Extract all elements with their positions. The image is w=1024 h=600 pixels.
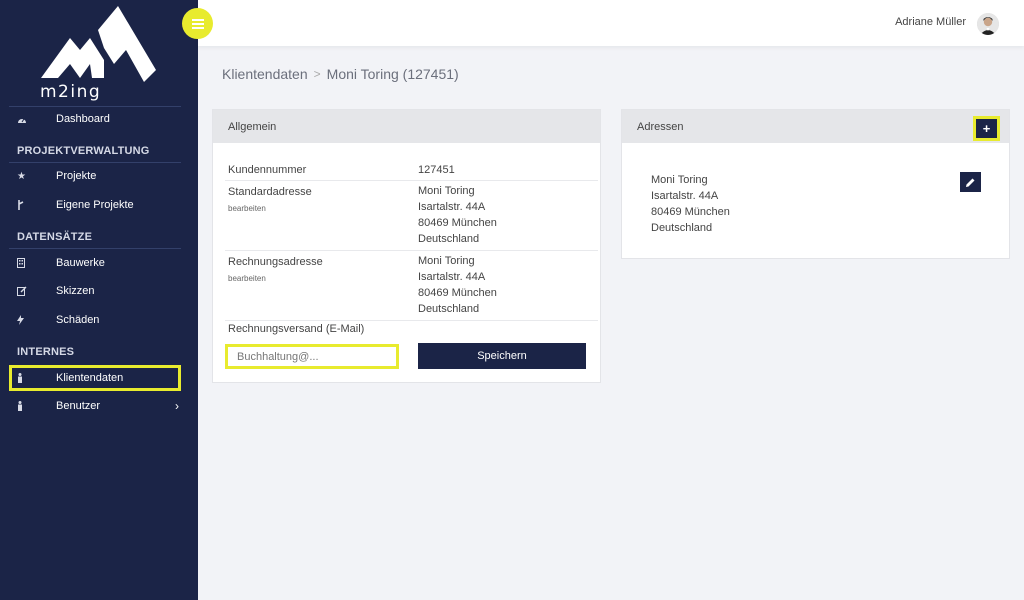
- divider: [9, 162, 181, 163]
- chevron-right-icon: ›: [175, 399, 179, 413]
- sidebar-item-label: Dashboard: [56, 113, 110, 125]
- section-title-projektverwaltung: PROJEKTVERWALTUNG: [17, 145, 150, 157]
- bolt-icon: [9, 315, 35, 325]
- address-line: Isartalstr. 44A: [418, 201, 486, 213]
- building-icon: [9, 258, 35, 268]
- address-line: Moni Toring: [418, 255, 475, 267]
- address-line: Moni Toring: [651, 174, 708, 186]
- section-title-datensaetze: DATENSÄTZE: [17, 231, 93, 243]
- row-divider: [225, 320, 598, 321]
- rechnungsadresse-label: Rechnungsadresse: [228, 256, 323, 268]
- section-title-internes: INTERNES: [17, 346, 75, 358]
- address-line: Isartalstr. 44A: [418, 271, 486, 283]
- topbar: Adriane Müller: [198, 0, 1024, 46]
- sidebar-item-label: Eigene Projekte: [56, 199, 134, 211]
- breadcrumb-parent[interactable]: Klientendaten: [222, 66, 308, 82]
- standardadresse-value: Moni Toring Isartalstr. 44A 80469 Münche…: [418, 183, 497, 247]
- card-header: Adressen +: [622, 110, 1009, 143]
- user-name[interactable]: Adriane Müller: [895, 16, 966, 28]
- kundennummer-value: 127451: [418, 164, 455, 176]
- rechnungsadresse-edit-link[interactable]: bearbeiten: [228, 274, 266, 283]
- pencil-icon: [966, 178, 975, 187]
- row-divider: [225, 250, 598, 251]
- sidebar-item-label: Schäden: [56, 314, 100, 326]
- address-line: Deutschland: [418, 303, 480, 315]
- address-line: Deutschland: [651, 222, 713, 234]
- sidebar-item-projekte[interactable]: ★ Projekte: [9, 164, 181, 188]
- save-button[interactable]: Speichern: [418, 343, 586, 369]
- sidebar-item-label: Projekte: [56, 170, 97, 182]
- address-line: Isartalstr. 44A: [651, 190, 719, 202]
- avatar[interactable]: [977, 13, 999, 35]
- breadcrumb-current: Moni Toring (127451): [326, 66, 459, 82]
- fork-icon: [9, 200, 35, 210]
- person-icon: [9, 401, 35, 411]
- sidebar-item-label: Bauwerke: [56, 257, 105, 269]
- menu-icon: [191, 18, 204, 29]
- standardadresse-label: Standardadresse: [228, 186, 312, 198]
- sidebar-item-label: Benutzer: [56, 400, 101, 412]
- edit-address-button[interactable]: [960, 172, 981, 192]
- rechnungsadresse-value: Moni Toring Isartalstr. 44A 80469 Münche…: [418, 253, 497, 317]
- sidebar-item-dashboard[interactable]: Dashboard: [9, 107, 181, 131]
- sidebar: m2ing Dashboard PROJEKTVERWALTUNG ★ Proj…: [0, 0, 198, 600]
- card-title: Allgemein: [213, 110, 600, 143]
- edit-icon: [9, 286, 35, 296]
- sidebar-item-label: Klientendaten: [56, 372, 124, 384]
- allgemein-card: Allgemein Kundennummer 127451 Standardad…: [212, 109, 601, 383]
- address-line: 80469 München: [418, 217, 497, 229]
- sidebar-item-schaeden[interactable]: Schäden: [9, 308, 181, 332]
- dashboard-icon: [9, 115, 35, 124]
- sidebar-item-klientendaten[interactable]: Klientendaten: [9, 365, 181, 391]
- star-icon: ★: [17, 170, 26, 182]
- brand-name: m2ing: [40, 82, 102, 102]
- divider: [9, 248, 181, 249]
- address-line: Moni Toring: [418, 185, 475, 197]
- sidebar-item-label: Skizzen: [56, 285, 95, 297]
- address-line: 80469 München: [651, 206, 730, 218]
- kundennummer-label: Kundennummer: [228, 164, 307, 176]
- address-line: Deutschland: [418, 233, 480, 245]
- rechnungsversand-label: Rechnungsversand (E-Mail): [228, 323, 365, 335]
- breadcrumb: Klientendaten > Moni Toring (127451): [222, 66, 459, 82]
- card-title: Adressen: [637, 120, 684, 133]
- sidebar-item-bauwerke[interactable]: Bauwerke: [9, 251, 181, 275]
- person-icon: [12, 373, 38, 383]
- sidebar-item-eigene-projekte[interactable]: Eigene Projekte: [9, 193, 181, 217]
- sidebar-item-benutzer[interactable]: Benutzer ›: [9, 394, 181, 418]
- plus-icon: +: [982, 121, 991, 136]
- add-address-button[interactable]: +: [973, 116, 1000, 141]
- sidebar-item-skizzen[interactable]: Skizzen: [9, 279, 181, 303]
- breadcrumb-separator: >: [313, 67, 321, 81]
- standardadresse-edit-link[interactable]: bearbeiten: [228, 204, 266, 213]
- address-line: 80469 München: [418, 287, 497, 299]
- address-block: Moni Toring Isartalstr. 44A 80469 Münche…: [651, 172, 730, 236]
- rechnungsversand-email-input[interactable]: [225, 344, 399, 369]
- row-divider: [225, 180, 598, 181]
- adressen-card: Adressen + Moni Toring Isartalstr. 44A 8…: [621, 109, 1010, 259]
- menu-toggle-button[interactable]: [182, 8, 213, 39]
